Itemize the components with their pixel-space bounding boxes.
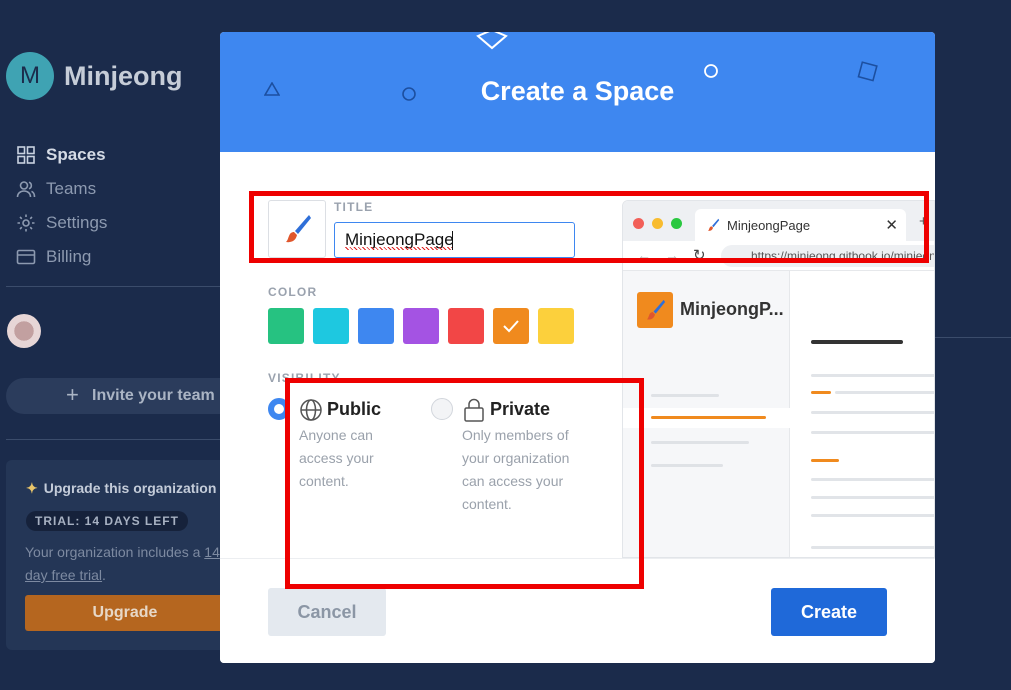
sidebar-divider — [6, 439, 220, 440]
gear-icon — [17, 214, 35, 232]
preview-sidebar: MinjeongP... — [623, 271, 790, 557]
sidebar-item-label: Teams — [46, 179, 97, 198]
preview-logo — [637, 292, 673, 328]
users-icon — [16, 181, 36, 198]
preview-line — [835, 391, 934, 394]
grid-icon — [17, 146, 35, 164]
highlight-box-title — [249, 191, 929, 263]
preview-line — [811, 374, 934, 377]
preview-line — [811, 391, 831, 394]
user-avatar[interactable] — [7, 314, 41, 348]
preview-line — [811, 478, 934, 481]
paintbrush-icon — [647, 299, 666, 320]
org-avatar: M — [6, 52, 54, 100]
create-button[interactable]: Create — [771, 588, 887, 636]
org-header[interactable]: M Minjeong — [6, 52, 182, 100]
highlight-box-visibility — [285, 378, 644, 589]
preview-line — [651, 416, 766, 419]
upgrade-text: Your organization includes a 14 day free… — [25, 544, 220, 583]
preview-space-name: MinjeongP... — [680, 299, 784, 319]
preview-line — [811, 411, 934, 414]
color-swatch-green[interactable] — [268, 308, 304, 344]
color-swatch-blue[interactable] — [358, 308, 394, 344]
modal-header: Create a Space — [220, 32, 935, 152]
credit-card-icon — [16, 249, 36, 265]
background-divider — [935, 337, 1011, 338]
sidebar-item-label: Billing — [46, 247, 92, 266]
upgrade-title: ✦ Upgrade this organization — [26, 480, 217, 496]
invite-label: Invite your team — [92, 387, 215, 404]
trial-badge: TRIAL: 14 DAYS LEFT — [26, 511, 188, 531]
upgrade-panel: ✦ Upgrade this organization TRIAL: 14 DAY… — [6, 460, 246, 650]
preview-line — [811, 431, 934, 434]
color-label: COLOR — [268, 285, 318, 299]
cancel-button[interactable]: Cancel — [268, 588, 386, 636]
diamond-decoration-icon — [476, 32, 508, 50]
sidebar-item-settings[interactable]: Settings — [16, 206, 107, 240]
sidebar-nav: Spaces Teams Settings Billing — [16, 138, 107, 274]
sidebar-item-label: Spaces — [46, 145, 106, 164]
plus-icon: + — [66, 382, 79, 407]
preview-line — [811, 546, 934, 549]
org-name: Minjeong — [64, 60, 183, 91]
sidebar-item-spaces[interactable]: Spaces — [16, 138, 107, 172]
preview-line — [811, 496, 934, 499]
upgrade-button[interactable]: Upgrade — [25, 595, 225, 631]
color-swatch-cyan[interactable] — [313, 308, 349, 344]
preview-line — [811, 514, 934, 517]
preview-heading — [811, 340, 903, 344]
preview-line — [651, 464, 723, 467]
sidebar-item-teams[interactable]: Teams — [16, 172, 107, 206]
sidebar: M Minjeong Spaces Teams Settings Billing… — [0, 0, 246, 690]
color-swatches — [268, 308, 574, 344]
preview-line — [651, 441, 749, 444]
preview-line — [811, 459, 839, 462]
color-swatch-yellow[interactable] — [538, 308, 574, 344]
sidebar-divider — [6, 286, 220, 287]
sidebar-item-label: Settings — [46, 213, 108, 232]
checkmark-icon — [503, 320, 519, 333]
preview-line — [651, 394, 719, 397]
color-swatch-red[interactable] — [448, 308, 484, 344]
sidebar-item-billing[interactable]: Billing — [16, 240, 107, 274]
color-swatch-orange[interactable] — [493, 308, 529, 344]
color-swatch-purple[interactable] — [403, 308, 439, 344]
modal-title: Create a Space — [480, 76, 675, 106]
invite-team-button[interactable]: + Invite your team — [6, 378, 246, 414]
sparkle-icon: ✦ — [26, 480, 38, 496]
